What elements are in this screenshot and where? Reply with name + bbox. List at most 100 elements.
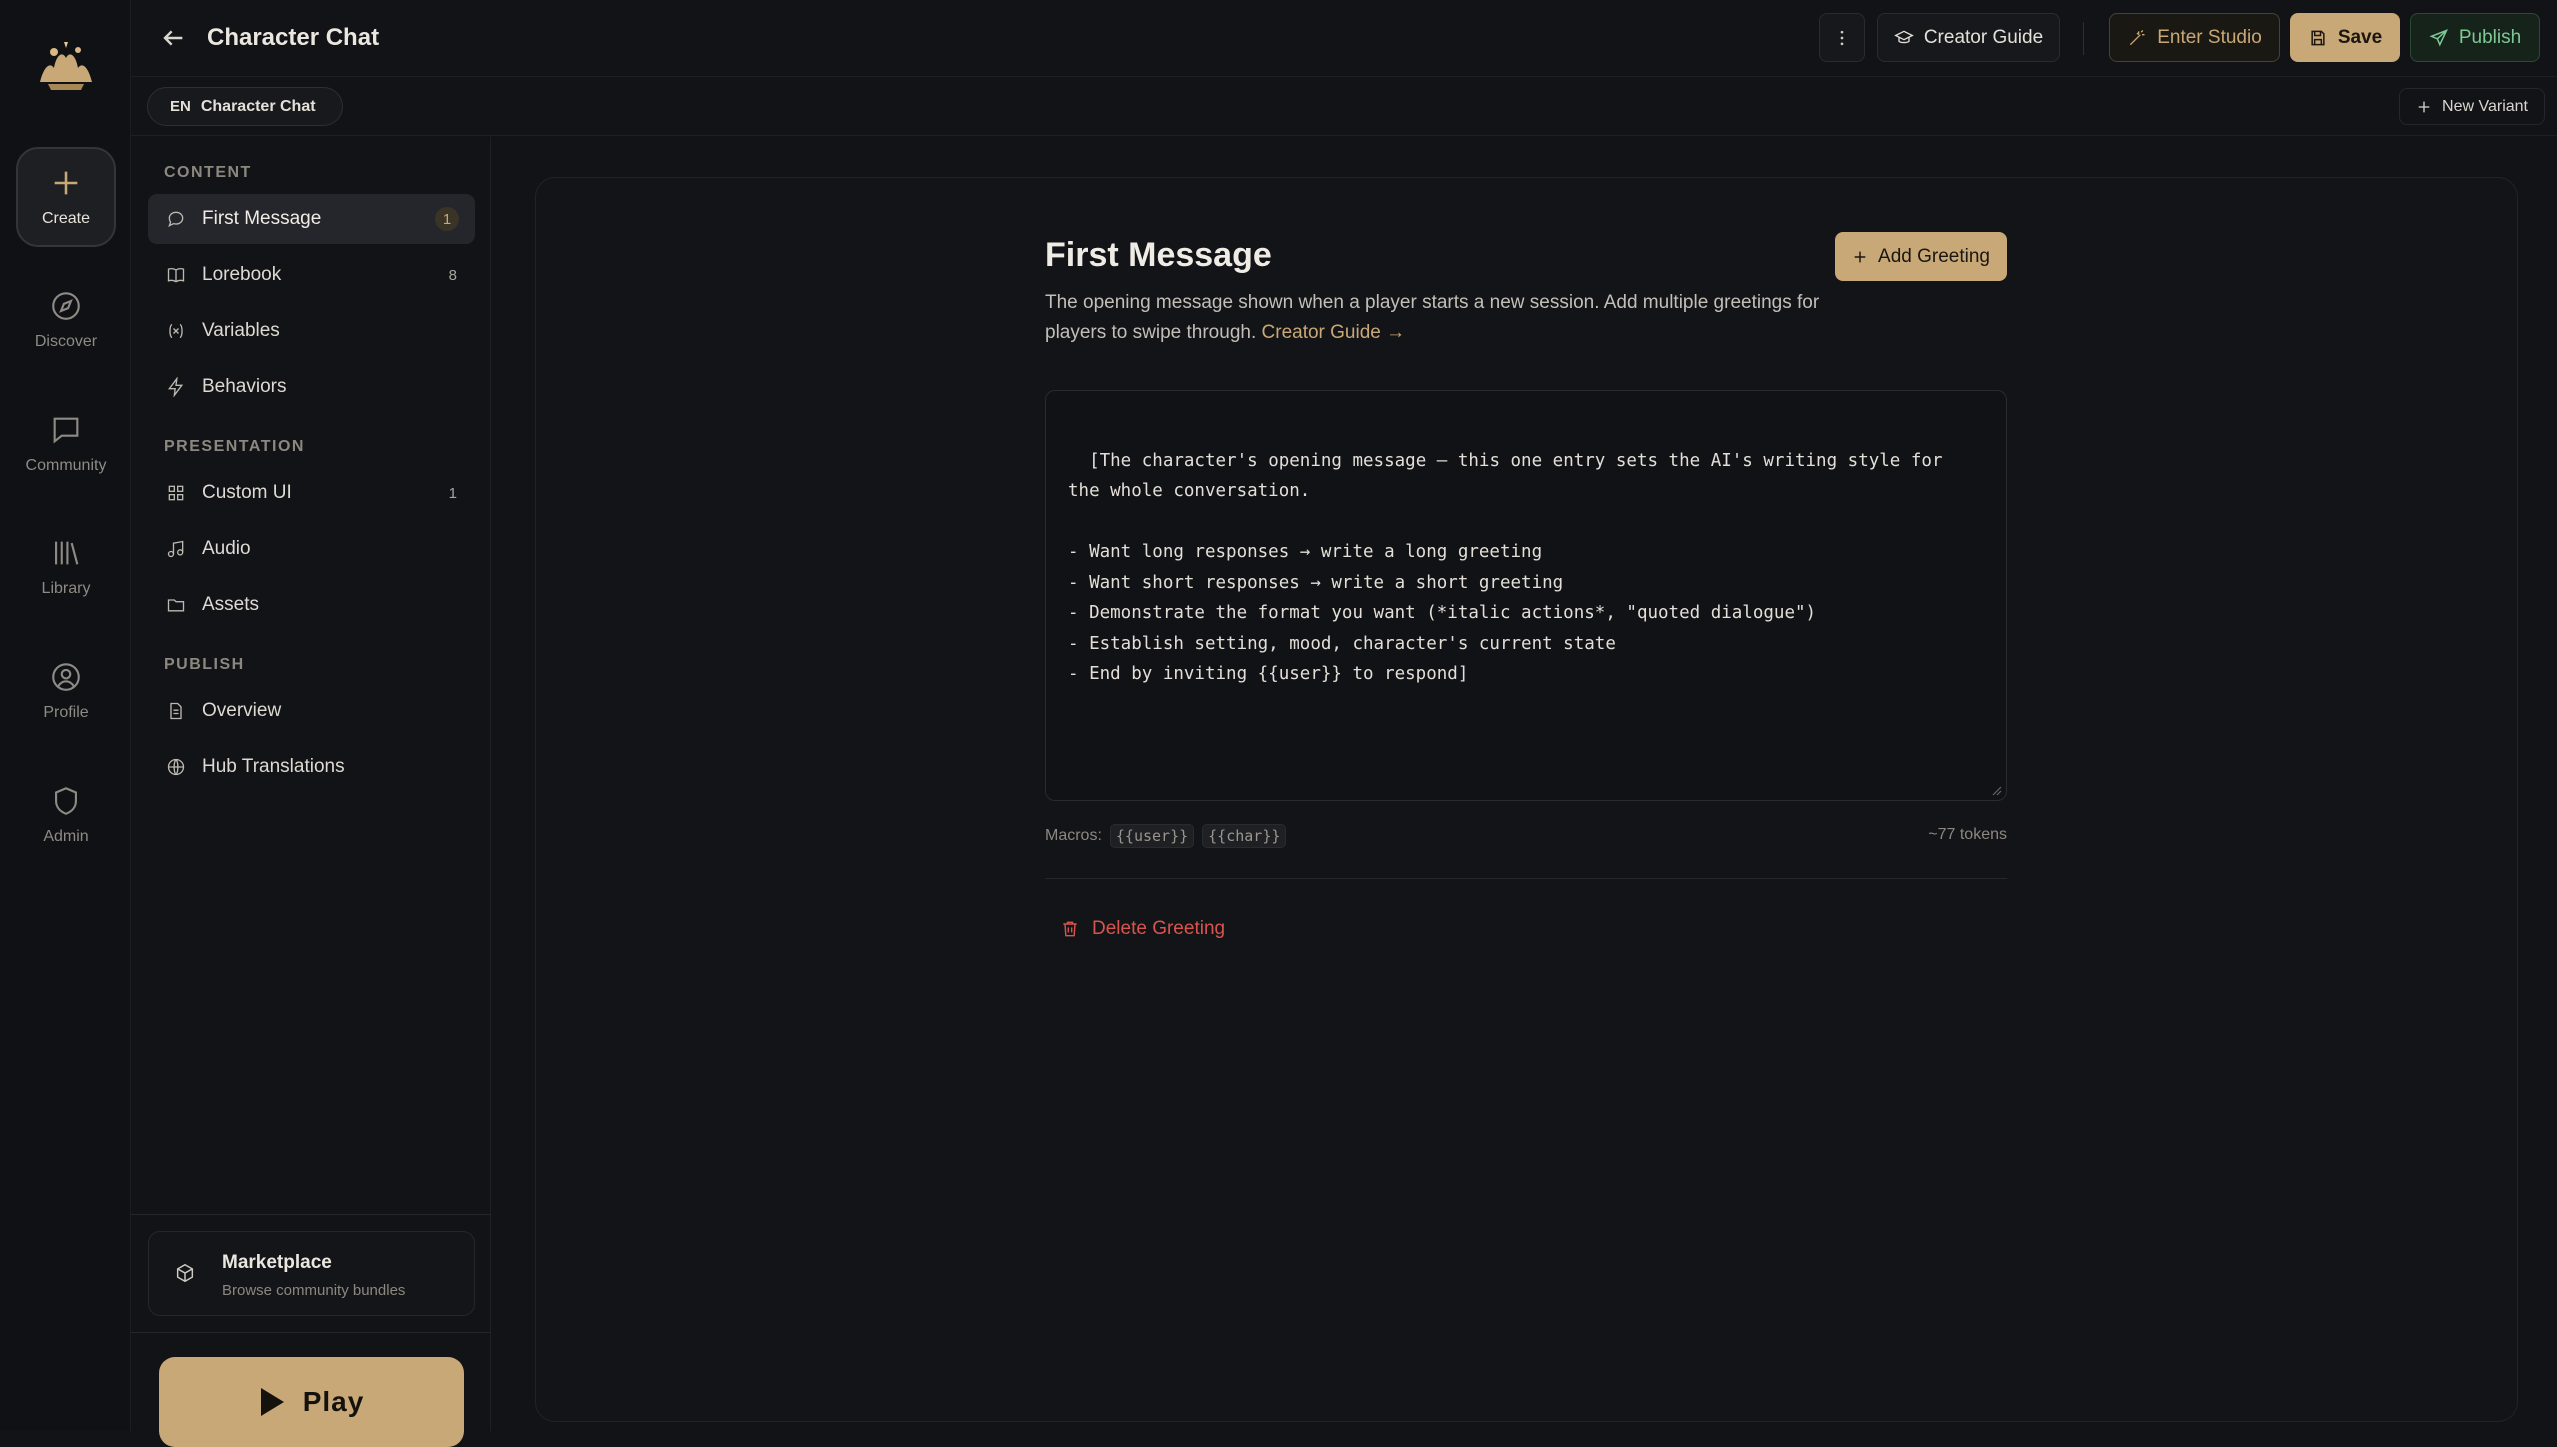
section-title: First Message <box>1045 236 1272 274</box>
plus-icon <box>54 171 78 195</box>
save-label: Save <box>2337 26 2383 48</box>
magic-wand-icon <box>2130 29 2145 45</box>
language-code: EN <box>170 98 191 115</box>
user-circle-icon <box>52 663 80 691</box>
sidebar-item-first-message[interactable]: First Message 1 <box>148 194 475 244</box>
play-button[interactable]: Play <box>159 1357 464 1447</box>
app-rail: Create Discover Community Library Profil… <box>0 0 131 1431</box>
message-icon <box>168 211 184 227</box>
macros-label: Macros: <box>1045 827 1102 844</box>
more-vertical-icon <box>1840 30 1844 45</box>
sidebar-item-label: Assets <box>202 594 260 615</box>
delete-greeting-button[interactable]: Delete Greeting <box>1060 918 1225 940</box>
publish-label: Publish <box>2458 26 2522 48</box>
delete-greeting-label: Delete Greeting <box>1092 918 1226 939</box>
sidebar-item-label: Lorebook <box>202 264 282 285</box>
new-variant-label: New Variant <box>2442 97 2528 115</box>
compass-icon <box>52 292 80 320</box>
new-variant-button[interactable]: New Variant <box>2399 88 2545 125</box>
sidebar-item-label: Hub Translations <box>202 756 345 777</box>
rail-community[interactable]: Community <box>16 394 116 494</box>
token-count: ~77 tokens <box>1928 826 2007 843</box>
plus-icon <box>2418 101 2430 112</box>
chat-bubble-icon <box>53 417 79 444</box>
package-icon <box>176 1263 194 1283</box>
rail-create-label: Create <box>41 210 91 227</box>
resize-handle-icon[interactable] <box>1990 784 2002 796</box>
document-icon <box>170 702 182 720</box>
presentation-heading: PRESENTATION <box>164 438 305 455</box>
sidebar-item-overview[interactable]: Overview <box>148 686 475 736</box>
rail-admin[interactable]: Admin <box>16 765 116 865</box>
count-badge: 1 <box>435 207 459 231</box>
sidebar-item-label: Behaviors <box>202 376 287 397</box>
rail-create[interactable]: Create <box>16 147 116 247</box>
divider <box>131 1214 491 1215</box>
play-icon <box>260 1388 284 1416</box>
variant-tab[interactable]: EN Character Chat <box>147 87 343 126</box>
marketplace-title: Marketplace <box>222 1252 332 1273</box>
rail-discover[interactable]: Discover <box>16 270 116 370</box>
app-logo[interactable] <box>34 38 98 94</box>
back-button[interactable] <box>157 22 189 54</box>
greeting-textarea[interactable]: [The character's opening message — this … <box>1045 390 2007 801</box>
marketplace-card[interactable]: Marketplace Browse community bundles <box>148 1231 475 1316</box>
globe-icon <box>167 758 185 776</box>
sidebar-item-label: Custom UI <box>202 482 292 503</box>
music-icon <box>167 540 184 558</box>
save-button[interactable]: Save <box>2290 13 2400 62</box>
plus-icon <box>1854 251 1866 262</box>
editor-sidebar: CONTENT First Message 1 Lorebook 8 Varia… <box>131 137 491 1447</box>
sidebar-item-label: Variables <box>202 320 280 341</box>
arrow-left-icon <box>163 30 183 46</box>
content-heading: CONTENT <box>164 164 252 181</box>
sidebar-item-behaviors[interactable]: Behaviors <box>148 362 475 412</box>
macro-chip-char[interactable]: {{char}} <box>1202 824 1287 848</box>
rail-community-label: Community <box>25 457 107 474</box>
rail-admin-label: Admin <box>43 828 89 845</box>
variant-name: Character Chat <box>200 97 316 115</box>
floppy-disk-icon <box>2311 30 2325 45</box>
enter-studio-button[interactable]: Enter Studio <box>2109 13 2280 62</box>
sidebar-item-label: Overview <box>202 700 282 721</box>
divider <box>131 1332 491 1333</box>
enter-studio-label: Enter Studio <box>2157 26 2262 48</box>
marketplace-subtitle: Browse community bundles <box>222 1282 406 1299</box>
description-text: The opening message shown when a player … <box>1045 292 1820 343</box>
trash-icon <box>1063 921 1077 937</box>
sidebar-item-audio[interactable]: Audio <box>148 524 475 574</box>
page-title: Character Chat <box>207 24 380 51</box>
greeting-text: [The character's opening message — this … <box>1068 450 1943 685</box>
more-options-button[interactable] <box>1819 13 1865 62</box>
sidebar-item-lorebook[interactable]: Lorebook 8 <box>148 250 475 300</box>
variable-icon <box>169 323 183 339</box>
rail-discover-label: Discover <box>34 333 98 350</box>
add-greeting-button[interactable]: Add Greeting <box>1835 232 2007 281</box>
section-description: The opening message shown when a player … <box>1045 288 1835 348</box>
creator-guide-label: Creator Guide <box>1923 26 2044 48</box>
rail-profile-label: Profile <box>43 704 89 721</box>
publish-heading: PUBLISH <box>164 656 245 673</box>
add-greeting-label: Add Greeting <box>1878 245 1990 267</box>
divider <box>1045 878 2007 879</box>
creator-guide-button[interactable]: Creator Guide <box>1877 13 2060 62</box>
play-label: Play <box>302 1386 365 1417</box>
macro-chip-user[interactable]: {{user}} <box>1109 824 1195 848</box>
rail-library-label: Library <box>41 580 91 597</box>
rail-library[interactable]: Library <box>16 517 116 617</box>
rail-profile[interactable]: Profile <box>16 641 116 741</box>
toolbar-divider <box>2083 22 2084 55</box>
sidebar-item-custom-ui[interactable]: Custom UI 1 <box>148 468 475 518</box>
count-badge: 1 <box>448 484 457 502</box>
variant-bar: EN Character Chat New Variant <box>131 78 2557 136</box>
graduation-cap-icon <box>1894 30 1914 43</box>
library-icon <box>55 541 79 565</box>
macros-row: Macros: {{user}} {{char}} <box>1045 824 1287 848</box>
sidebar-item-label: First Message <box>202 208 322 229</box>
publish-button[interactable]: Publish <box>2410 13 2540 62</box>
sidebar-item-variables[interactable]: Variables <box>148 306 475 356</box>
sidebar-item-assets[interactable]: Assets <box>148 580 475 630</box>
lightning-icon <box>168 377 184 397</box>
creator-guide-link[interactable]: Creator Guide → <box>1262 322 1406 343</box>
sidebar-item-hub-translations[interactable]: Hub Translations <box>148 742 475 792</box>
